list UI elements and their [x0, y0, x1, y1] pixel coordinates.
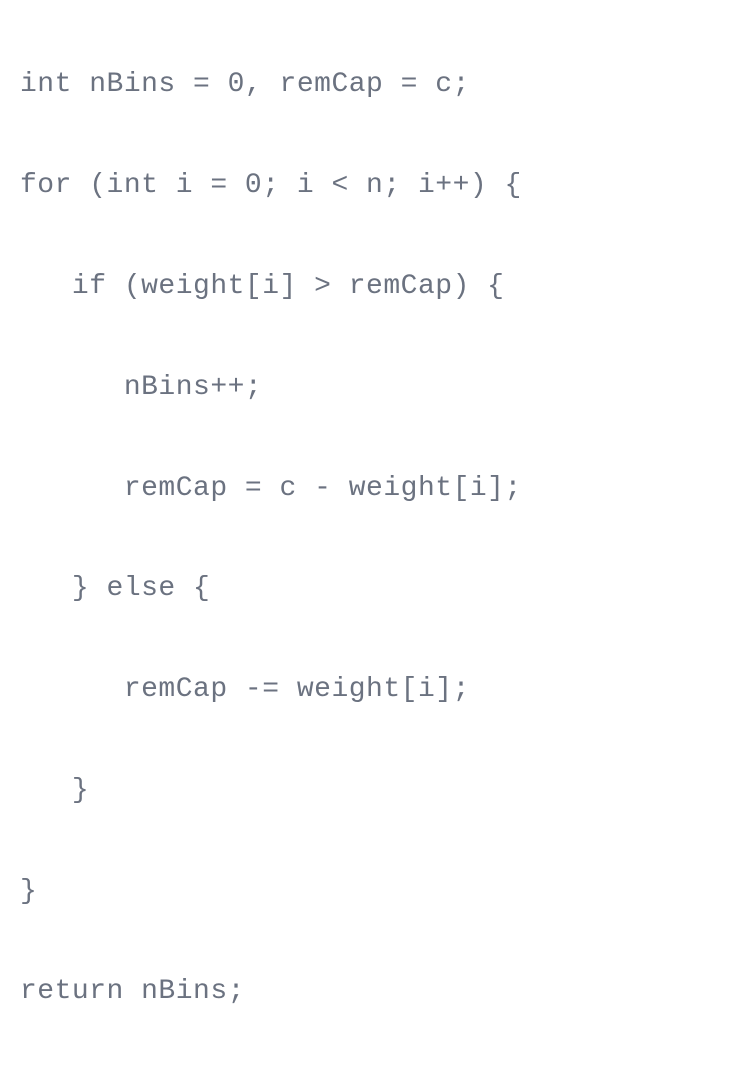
- code-line-10: return nBins;: [20, 967, 732, 1017]
- code-snippet: int nBins = 0, remCap = c; for (int i = …: [20, 10, 732, 1068]
- code-line-5: remCap = c - weight[i];: [20, 464, 732, 514]
- code-line-8: }: [20, 766, 732, 816]
- code-line-6: } else {: [20, 564, 732, 614]
- code-line-7: remCap -= weight[i];: [20, 665, 732, 715]
- code-line-1: int nBins = 0, remCap = c;: [20, 60, 732, 110]
- code-line-2: for (int i = 0; i < n; i++) {: [20, 161, 732, 211]
- code-line-4: nBins++;: [20, 363, 732, 413]
- code-line-9: }: [20, 867, 732, 917]
- code-line-3: if (weight[i] > remCap) {: [20, 262, 732, 312]
